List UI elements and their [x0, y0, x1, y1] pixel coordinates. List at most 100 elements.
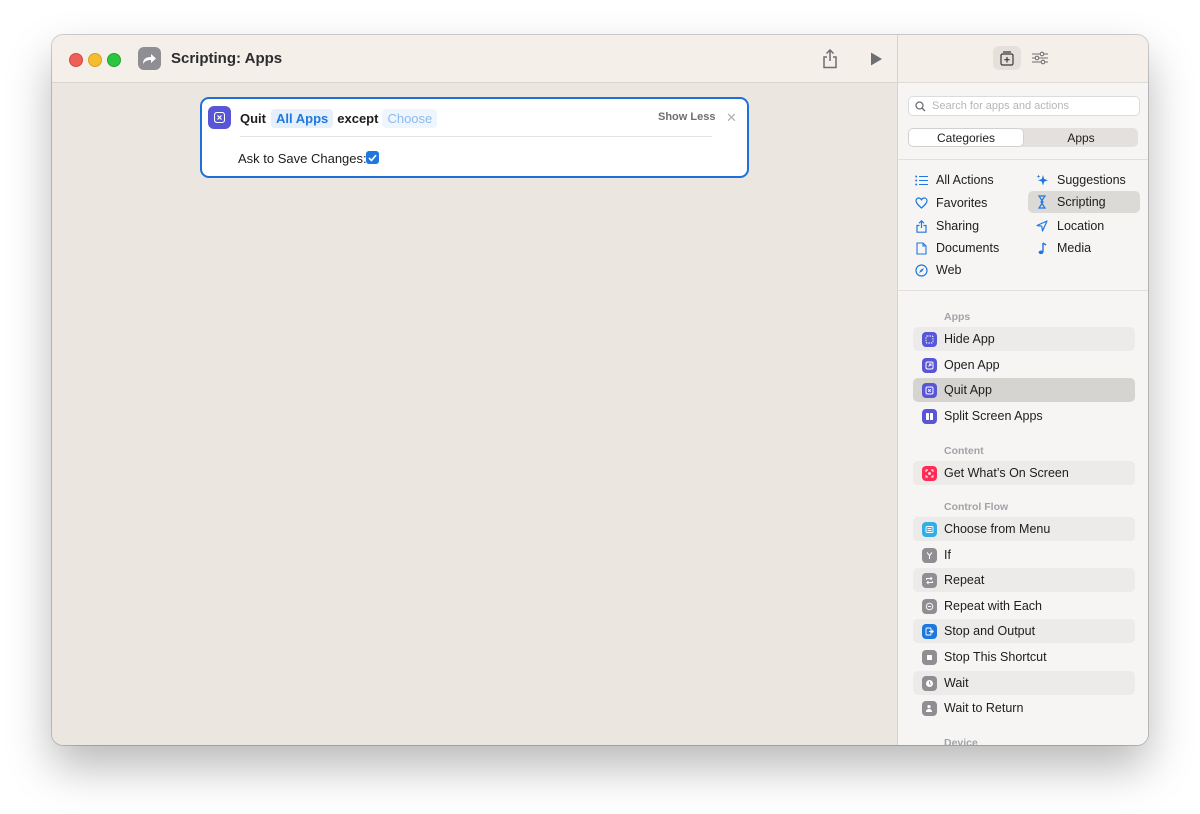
- category-location[interactable]: Location: [1035, 215, 1145, 237]
- action-search-field[interactable]: Search for apps and actions: [908, 96, 1140, 116]
- action-label: Wait: [944, 676, 969, 690]
- document-icon: [914, 241, 928, 255]
- repeat-icon: [922, 572, 937, 588]
- action-sentence: Quit All Apps except Choose: [240, 108, 441, 128]
- library-segmented-control: Categories Apps: [908, 128, 1138, 147]
- action-label: Wait to Return: [944, 701, 1024, 715]
- run-button[interactable]: [864, 47, 888, 71]
- category-documents[interactable]: Documents: [914, 237, 1024, 259]
- action-split-screen-apps[interactable]: Split Screen Apps: [913, 404, 1135, 428]
- quit-action-card[interactable]: Quit All Apps except Choose Show Less ✕ …: [200, 97, 749, 178]
- action-verb: Quit: [240, 110, 266, 126]
- group-heading-control-flow: Control Flow: [944, 501, 1009, 513]
- action-label: Repeat with Each: [944, 599, 1042, 613]
- action-label: Open App: [944, 358, 1000, 372]
- category-label: Suggestions: [1057, 173, 1126, 187]
- share-button[interactable]: [818, 47, 842, 71]
- action-repeat-with-each[interactable]: Repeat with Each: [913, 594, 1135, 618]
- action-label: Stop and Output: [944, 624, 1036, 638]
- share-icon: [914, 219, 928, 233]
- segment-apps[interactable]: Apps: [1024, 128, 1138, 147]
- action-stop-and-output[interactable]: Stop and Output: [913, 619, 1135, 643]
- heart-icon: [914, 196, 928, 210]
- category-media[interactable]: Media: [1035, 237, 1145, 259]
- quit-app-icon: [208, 106, 231, 129]
- music-note-icon: [1035, 241, 1049, 255]
- action-stop-this-shortcut[interactable]: Stop This Shortcut: [913, 645, 1135, 669]
- minimize-window-button[interactable]: [88, 53, 102, 67]
- action-if[interactable]: If: [913, 543, 1135, 567]
- action-library-button[interactable]: [993, 46, 1021, 70]
- category-label: Documents: [936, 241, 1000, 255]
- editor-canvas: Scripting: Apps Quit All Apps except Cho…: [52, 35, 897, 745]
- action-wait[interactable]: Wait: [913, 671, 1135, 695]
- sparkle-icon: [1035, 173, 1049, 187]
- search-icon: [915, 100, 926, 112]
- title-bar: Scripting: Apps: [52, 35, 897, 83]
- action-repeat[interactable]: Repeat: [913, 568, 1135, 592]
- sidebar-divider: [898, 290, 1148, 291]
- compass-icon: [914, 263, 928, 277]
- zoom-window-button[interactable]: [107, 53, 121, 67]
- choose-exception-token[interactable]: Choose: [382, 108, 438, 128]
- scripting-icon: [1035, 195, 1049, 209]
- clock-icon: [922, 675, 937, 691]
- category-web[interactable]: Web: [914, 259, 1024, 281]
- sidebar-divider: [898, 159, 1148, 160]
- category-scripting[interactable]: Scripting: [1028, 191, 1140, 213]
- category-label: Scripting: [1057, 195, 1106, 209]
- shortcut-details-button[interactable]: [1026, 46, 1054, 70]
- close-window-button[interactable]: [69, 53, 83, 67]
- quit-app-icon: [922, 382, 937, 398]
- category-all-actions[interactable]: All Actions: [914, 169, 1024, 191]
- category-label: Location: [1057, 219, 1105, 233]
- action-hide-app[interactable]: Hide App: [913, 327, 1135, 351]
- group-heading-apps: Apps: [944, 311, 971, 323]
- action-open-app[interactable]: Open App: [913, 353, 1135, 377]
- shortcuts-window: Scripting: Apps Quit All Apps except Cho…: [52, 35, 1148, 745]
- action-label: If: [944, 548, 951, 562]
- window-title: Scripting: Apps: [171, 50, 283, 67]
- category-label: Favorites: [936, 196, 988, 210]
- menu-icon: [922, 521, 937, 537]
- action-quit-app[interactable]: Quit App: [913, 378, 1135, 402]
- except-label: except: [337, 110, 379, 126]
- action-wait-to-return[interactable]: Wait to Return: [913, 696, 1135, 720]
- remove-action-icon[interactable]: ✕: [726, 110, 737, 126]
- location-arrow-icon: [1035, 219, 1049, 233]
- group-heading-content: Content: [944, 445, 984, 457]
- stop-output-icon: [922, 623, 937, 639]
- stop-icon: [922, 649, 937, 665]
- action-label: Stop This Shortcut: [944, 650, 1047, 664]
- library-add-icon: [1000, 51, 1014, 66]
- show-less-button[interactable]: Show Less: [658, 111, 715, 123]
- category-label: All Actions: [936, 173, 994, 187]
- action-get-whats-on-screen[interactable]: Get What’s On Screen: [913, 461, 1135, 485]
- category-sharing[interactable]: Sharing: [914, 215, 1024, 237]
- action-label: Hide App: [944, 332, 995, 346]
- target-apps-token[interactable]: All Apps: [271, 108, 334, 128]
- screen-capture-icon: [922, 465, 937, 481]
- category-label: Media: [1057, 241, 1092, 255]
- group-heading-device: Device: [944, 737, 978, 745]
- ask-to-save-checkbox[interactable]: [366, 151, 379, 164]
- share-icon: [823, 49, 837, 69]
- branch-icon: [922, 547, 937, 563]
- category-favorites[interactable]: Favorites: [914, 192, 1024, 214]
- repeat-each-icon: [922, 598, 937, 614]
- list-icon: [914, 173, 928, 187]
- action-label: Get What’s On Screen: [944, 466, 1069, 480]
- category-suggestions[interactable]: Suggestions: [1035, 169, 1145, 191]
- open-app-icon: [922, 357, 937, 373]
- action-label: Quit App: [944, 383, 992, 397]
- action-choose-from-menu[interactable]: Choose from Menu: [913, 517, 1135, 541]
- ask-to-save-label: Ask to Save Changes:: [238, 151, 367, 166]
- shortcut-icon[interactable]: [138, 47, 161, 70]
- action-library-sidebar: Search for apps and actions Categories A…: [897, 35, 1148, 745]
- category-label: Web: [936, 263, 962, 277]
- action-label: Split Screen Apps: [944, 409, 1043, 423]
- card-divider: [240, 136, 712, 137]
- segment-categories[interactable]: Categories: [909, 129, 1023, 146]
- person-return-icon: [922, 700, 937, 716]
- split-screen-icon: [922, 408, 937, 424]
